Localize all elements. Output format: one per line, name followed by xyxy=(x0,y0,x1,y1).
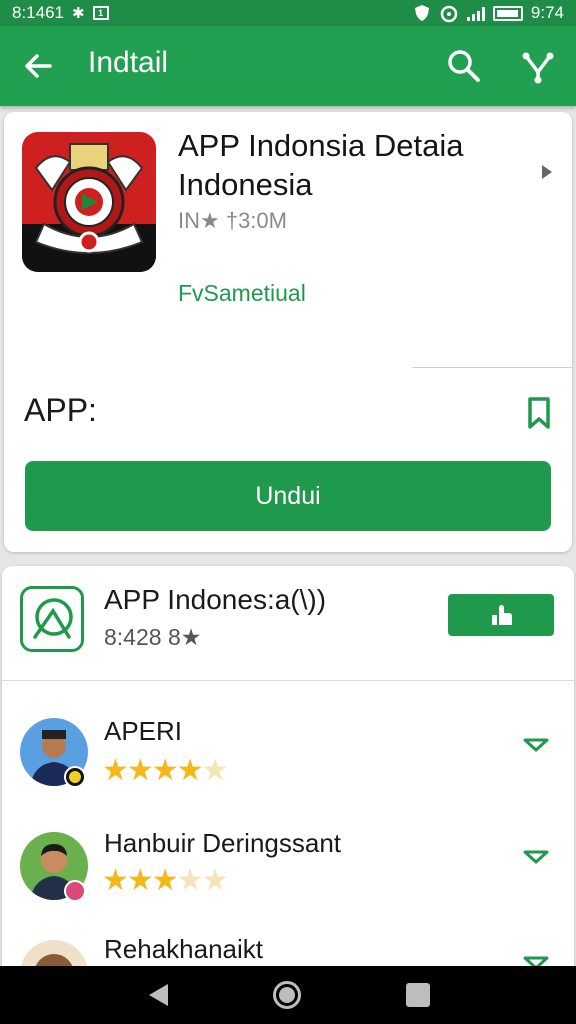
expand-arrow-icon[interactable] xyxy=(540,164,554,180)
divider xyxy=(412,367,572,368)
status-clock: 9:74 xyxy=(530,3,564,22)
app-title: APP Indonsia Detaia Indonesia xyxy=(178,128,464,202)
badge-icon xyxy=(64,766,86,788)
reviewer-name: APERI xyxy=(104,716,183,746)
battery-icon xyxy=(492,5,523,21)
review-item[interactable]: Hanbuir Deringssant ★★★★★ xyxy=(2,824,574,924)
app-bar: Indtail xyxy=(0,26,576,106)
reviewer-name: Rehakhanaikt xyxy=(104,934,263,964)
share-icon[interactable] xyxy=(518,46,558,86)
app-category-link[interactable]: FvSametiual xyxy=(178,280,306,307)
status-time: 8:1461 xyxy=(12,3,64,22)
page-title: Indtail xyxy=(88,46,169,79)
rating-text: 8:428 8★ xyxy=(104,624,202,650)
nav-back-icon[interactable] xyxy=(146,982,170,1008)
nav-recents-icon[interactable] xyxy=(406,983,430,1007)
status-bar: 8:1461 ✱ 1 9:74 xyxy=(0,0,576,26)
install-button[interactable] xyxy=(448,594,554,636)
related-app-rating: 8:428 8★ xyxy=(104,624,201,651)
shield-icon xyxy=(414,5,429,21)
back-arrow-icon[interactable] xyxy=(20,48,56,84)
download-button[interactable]: Undui xyxy=(25,461,551,531)
nav-home-icon[interactable] xyxy=(272,980,302,1010)
navigation-bar xyxy=(0,966,576,1024)
install-hand-icon xyxy=(492,605,512,625)
chevron-down-icon[interactable] xyxy=(522,848,550,866)
badge-icon xyxy=(64,880,86,902)
bluetooth-icon: ✱ xyxy=(72,4,85,22)
related-app-name[interactable]: APP Indones:a(\)) xyxy=(104,584,326,616)
reviews-card: APP Indones:a(\)) 8:428 8★ APERI ★★★★★ H… xyxy=(2,566,574,986)
section-label: APP: xyxy=(24,392,97,428)
star-rating: ★★★★★ xyxy=(102,754,228,787)
chevron-down-icon[interactable] xyxy=(522,736,550,754)
bookmark-icon[interactable] xyxy=(524,396,554,430)
app-icon[interactable] xyxy=(22,132,156,272)
ring-logo-icon[interactable] xyxy=(20,586,84,652)
app-meta: IN★ †3:0M xyxy=(178,208,287,233)
search-icon[interactable] xyxy=(444,46,484,86)
notification-icon: 1 xyxy=(92,6,109,20)
alarm-icon xyxy=(440,5,458,23)
reviewer-name: Hanbuir Deringssant xyxy=(104,828,342,858)
star-rating: ★★★★★ xyxy=(102,864,228,897)
app-detail-card: APP Indonsia Detaia Indonesia IN★ †3:0M … xyxy=(4,112,572,552)
divider xyxy=(2,680,574,681)
signal-icon xyxy=(466,6,485,21)
review-item[interactable]: APERI ★★★★★ xyxy=(2,712,574,812)
